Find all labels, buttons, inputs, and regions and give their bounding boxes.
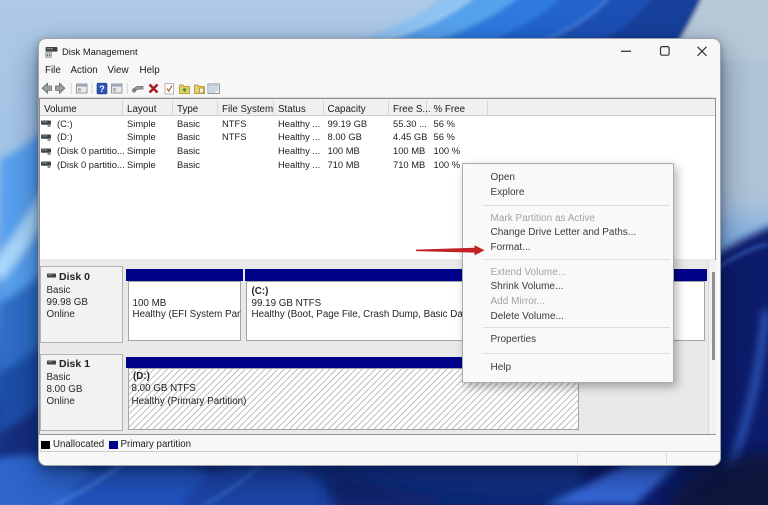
svg-text:?: ? (99, 84, 105, 94)
